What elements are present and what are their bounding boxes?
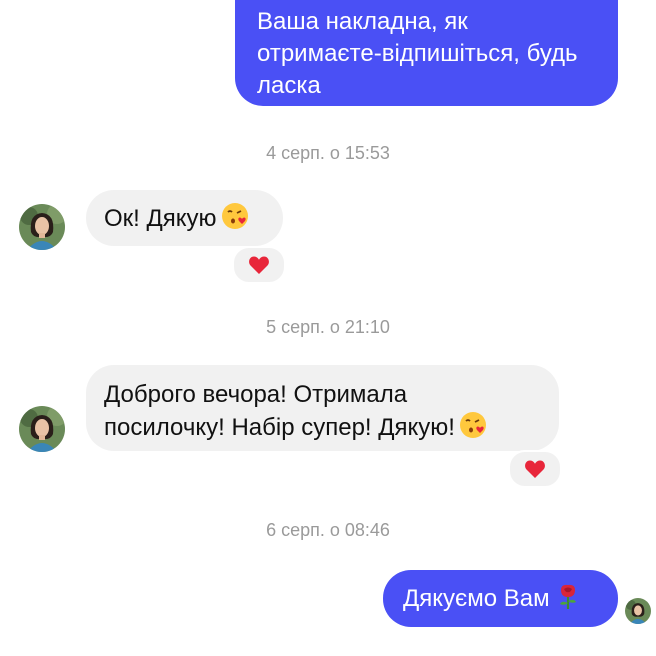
kissing-face-heart-icon: [459, 411, 487, 439]
contact-avatar[interactable]: [19, 406, 65, 452]
message-text: Ок! Дякую: [104, 205, 217, 232]
outgoing-message-bubble[interactable]: Ваша накладна, як отримаєте-відпишіться,…: [235, 0, 618, 106]
message-text-line: Ваша накладна, як: [257, 8, 468, 35]
message-text: Дякуємо Вам: [403, 585, 550, 612]
incoming-message-bubble[interactable]: Ок! Дякую: [86, 190, 283, 246]
heart-icon: [525, 460, 545, 478]
seen-receipt-avatar: [625, 598, 651, 624]
heart-icon: [249, 256, 269, 274]
kissing-face-heart-icon: [221, 202, 249, 230]
contact-avatar[interactable]: [19, 204, 65, 250]
message-timestamp: 6 серп. о 08:46: [266, 520, 390, 540]
message-text: посилочку! Набір супер! Дякую!: [104, 414, 455, 441]
outgoing-message-bubble[interactable]: Дякуємо Вам: [383, 570, 618, 627]
message-text-line: отримаєте-відпишіться, будь: [257, 40, 578, 67]
message-timestamp: 5 серп. о 21:10: [266, 317, 390, 337]
message-text-line: Доброго вечора! Отримала: [104, 381, 408, 408]
rose-icon: [554, 582, 582, 610]
incoming-message-bubble[interactable]: Доброго вечора! Отримала посилочку! Набі…: [86, 365, 559, 451]
message-text-line-with-emoji: посилочку! Набір супер! Дякую!: [104, 411, 541, 444]
message-timestamp: 4 серп. о 15:53: [266, 143, 390, 163]
message-text-line: ласка: [257, 72, 321, 99]
message-reaction[interactable]: [232, 246, 286, 284]
message-reaction[interactable]: [508, 450, 562, 488]
